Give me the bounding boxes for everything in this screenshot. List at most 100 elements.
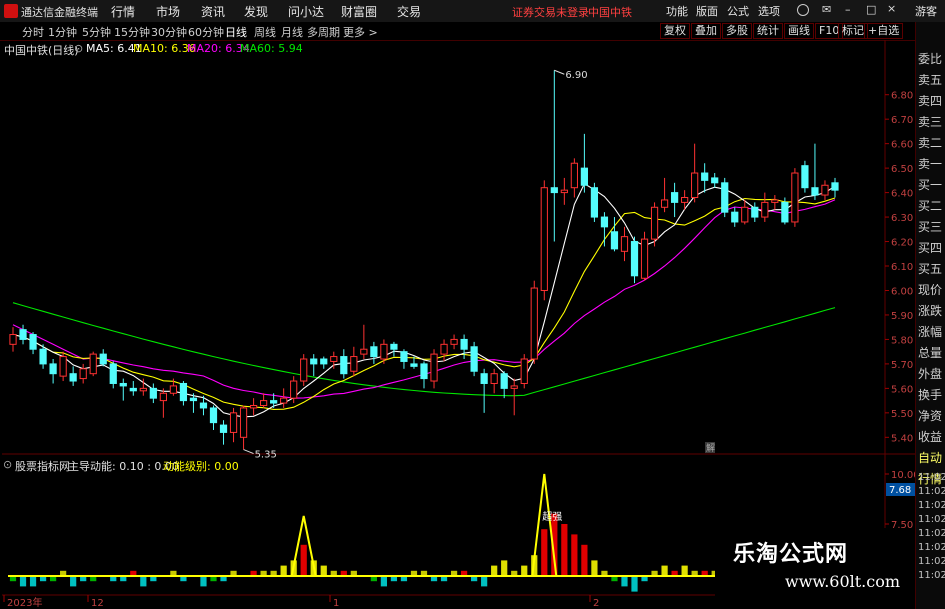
candle-body	[39, 348, 47, 365]
candle-body	[119, 382, 127, 387]
menu-wealth[interactable]: 财富圈	[341, 3, 377, 20]
period-1min[interactable]: 1分钟	[48, 24, 77, 40]
side-panel-time: 11:02	[918, 500, 945, 511]
candle-body	[249, 405, 258, 409]
candle-body	[380, 343, 388, 360]
menu-options[interactable]: 选项	[758, 3, 780, 19]
side-panel-item[interactable]: 自动	[918, 449, 942, 466]
candle-body	[681, 196, 689, 203]
period-multi[interactable]: 多周期	[307, 24, 340, 40]
menu-function[interactable]: 功能	[666, 3, 688, 19]
candle-body	[500, 373, 508, 389]
indicator-bar	[70, 576, 77, 587]
menu-news[interactable]: 资讯	[201, 3, 225, 20]
maximize-icon[interactable]: □	[866, 3, 876, 16]
price-tick-label: 5.80	[891, 335, 913, 346]
period-toolbar: 分时 1分钟 5分钟 15分钟 30分钟 60分钟 日线 周线 月线 多周期 更…	[0, 22, 945, 41]
side-panel-item[interactable]: 买一	[918, 176, 942, 193]
candle-body	[310, 358, 318, 365]
price-tick-label: 5.50	[891, 409, 913, 420]
envelope-icon[interactable]: ✉	[822, 3, 831, 16]
candle-body	[199, 402, 208, 409]
candle-body	[29, 334, 37, 350]
ma60-label: MA60: 5.94	[240, 42, 303, 55]
candle-body	[450, 338, 458, 345]
candle-body	[480, 373, 488, 384]
period-15min[interactable]: 15分钟	[114, 24, 150, 40]
menu-formula[interactable]: 公式	[727, 3, 749, 19]
indicator-bar	[631, 576, 638, 592]
side-panel-item[interactable]: 卖一	[918, 155, 942, 172]
sub-settings-icon[interactable]: ⊙	[3, 458, 12, 471]
indicator-bar	[591, 560, 598, 576]
side-panel-item[interactable]: 现价	[918, 281, 942, 298]
candle-body	[280, 397, 288, 404]
side-panel-item[interactable]: 外盘	[918, 365, 942, 382]
add-watchlist-button[interactable]: +自选	[864, 23, 904, 39]
candle-body	[59, 356, 67, 377]
menu-discover[interactable]: 发现	[244, 3, 268, 20]
candle-body	[791, 172, 799, 223]
side-panel-item[interactable]: 涨幅	[918, 323, 942, 340]
kline-chart[interactable]: 5.40 5.50 5.60 5.70 5.80 5.90 6.00 6.10 6.20 6.30…	[0, 40, 915, 609]
login-warning[interactable]: 证券交易未登录	[512, 4, 589, 20]
side-panel-item[interactable]: 买四	[918, 239, 942, 256]
side-panel-item[interactable]: 净资	[918, 407, 942, 424]
sub-tick-label: 10.00	[891, 470, 915, 481]
period-60min[interactable]: 60分钟	[188, 24, 224, 40]
indicator-bar	[19, 576, 27, 587]
side-panel-item[interactable]: 买五	[918, 260, 942, 277]
candle-body	[731, 211, 739, 223]
candle-body	[410, 363, 418, 367]
overlay-button[interactable]: 叠加	[691, 23, 721, 39]
close-icon[interactable]: ×	[887, 2, 896, 15]
candle-body	[610, 231, 619, 250]
side-panel-item[interactable]: 买二	[918, 197, 942, 214]
indicator-bar	[541, 529, 548, 576]
period-timeshare[interactable]: 分时	[22, 24, 44, 40]
price-tick-label: 6.00	[891, 286, 913, 297]
period-daily[interactable]: 日线	[225, 24, 247, 40]
guest-label[interactable]: 游客	[915, 3, 937, 19]
legend-dropdown-icon[interactable]: ⊙	[74, 42, 83, 55]
period-more[interactable]: 更多 >	[343, 24, 378, 40]
indicator-bar	[481, 576, 488, 587]
side-panel-item[interactable]: 换手	[918, 386, 942, 403]
side-panel-item[interactable]: 买三	[918, 218, 942, 235]
draw-line-button[interactable]: 画线	[784, 23, 814, 39]
period-weekly[interactable]: 周线	[254, 24, 276, 40]
period-5min[interactable]: 5分钟	[82, 24, 111, 40]
price-tick-label: 6.60	[891, 140, 913, 151]
user-icon[interactable]	[797, 4, 809, 16]
period-monthly[interactable]: 月线	[281, 24, 303, 40]
side-panel-item[interactable]: 卖四	[918, 92, 942, 109]
candle-body	[79, 368, 87, 380]
candle-body	[420, 363, 428, 380]
candle-body	[460, 338, 468, 350]
adjust-button[interactable]: 复权	[660, 23, 690, 39]
stats-button[interactable]: 统计	[753, 23, 783, 39]
indicator-bar	[501, 560, 508, 576]
side-panel-item[interactable]: 卖三	[918, 113, 942, 130]
candle-body	[510, 385, 518, 389]
side-panel-item[interactable]: 涨跌	[918, 302, 942, 319]
price-tick-label: 5.40	[891, 433, 913, 444]
menu-trade[interactable]: 交易	[397, 3, 421, 20]
period-30min[interactable]: 30分钟	[151, 24, 187, 40]
indicator-bar	[571, 534, 578, 576]
menu-quotes[interactable]: 行情	[111, 3, 135, 20]
side-panel-item[interactable]: 总量	[918, 344, 942, 361]
watermark: 乐淘公式网 www.60lt.com	[715, 528, 915, 609]
side-panel-item[interactable]: 收益	[918, 428, 942, 445]
side-panel-item[interactable]: 委比	[918, 50, 942, 67]
menu-market[interactable]: 市场	[156, 3, 180, 20]
price-tick-label: 6.70	[891, 115, 913, 126]
event-marker-icon: 解	[706, 442, 715, 454]
menu-layout[interactable]: 版面	[696, 3, 718, 19]
multi-stock-button[interactable]: 多股	[722, 23, 752, 39]
menu-xiaoda[interactable]: 问小达	[288, 3, 324, 20]
side-panel-item[interactable]: 卖五	[918, 71, 942, 88]
minimize-icon[interactable]: –	[845, 3, 851, 16]
side-panel-item[interactable]: 卖二	[918, 134, 942, 151]
indicator-bar	[661, 565, 668, 576]
